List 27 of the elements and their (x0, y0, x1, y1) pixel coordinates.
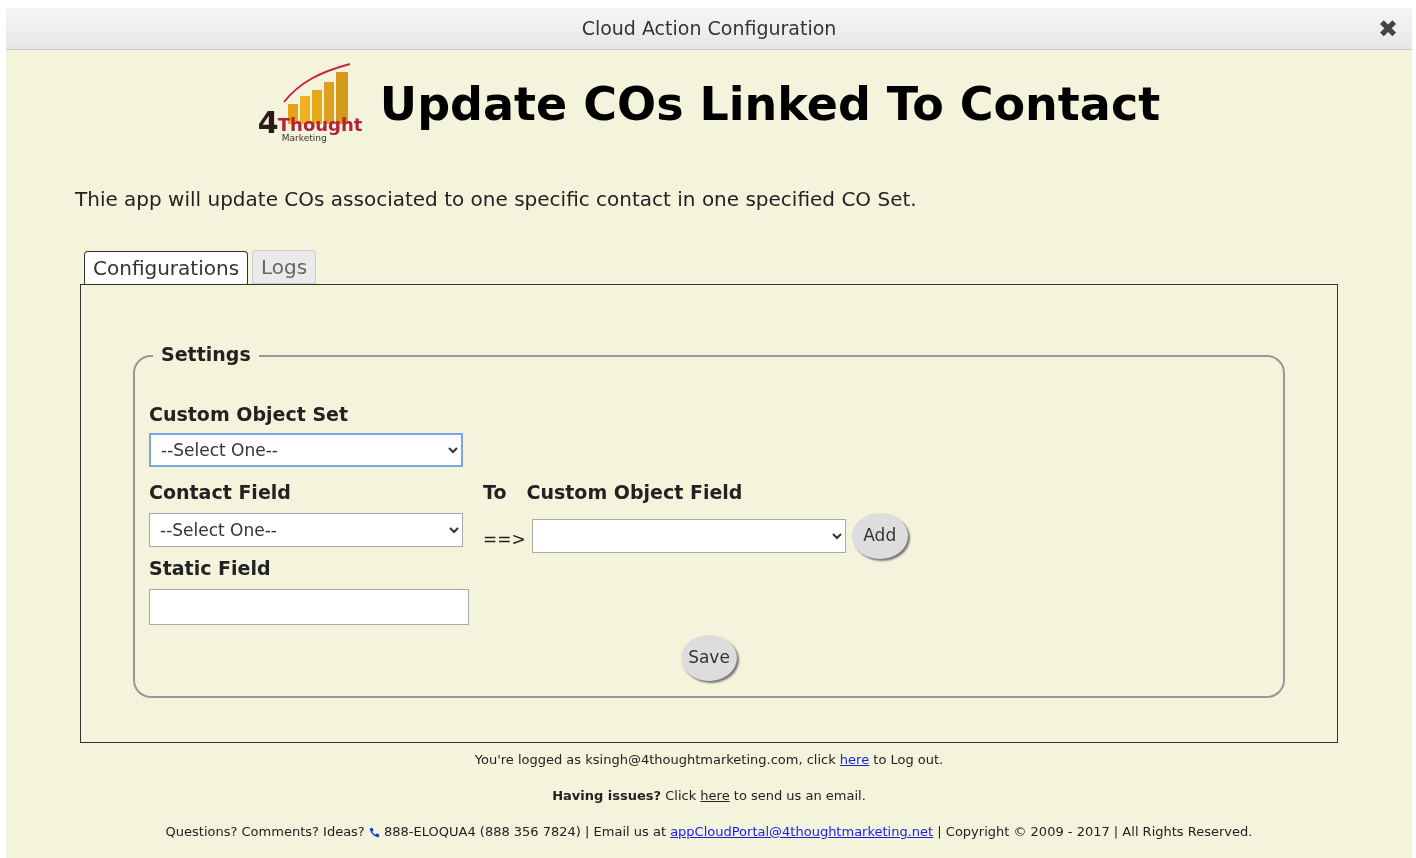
footer-text: You're logged as ksingh@4thoughtmarketing.com, click here to Log out. (474, 752, 944, 767)
save-button[interactable]: Save (681, 635, 737, 681)
description-text: Thie app will update COs associated to one specific contact in one specified CO Set. (75, 186, 918, 213)
logo-subword: Marketing (281, 134, 327, 143)
field-label: Custom Object Set (149, 402, 350, 427)
static-field-input[interactable] (149, 589, 469, 625)
close-button[interactable]: ✖ (1373, 12, 1402, 46)
link[interactable]: appCloudPortal@4thoughtmarketing.net (670, 824, 934, 839)
field-label: Contact Field (149, 480, 292, 505)
link[interactable]: here (839, 752, 870, 767)
link[interactable]: here (700, 788, 730, 803)
add-button[interactable]: Add (851, 513, 908, 559)
field-label: Static Field (149, 556, 272, 581)
custom-object-set-select[interactable]: --Select One-- (149, 433, 463, 467)
arrow-text: ==> (483, 528, 526, 552)
field-label: Custom Object Field (526, 480, 743, 505)
logo-digit: 4 (257, 108, 279, 138)
tab[interactable]: Logs (252, 250, 317, 284)
window-title: Cloud Action Configuration (581, 16, 837, 42)
footer-text: Questions? Comments? Ideas? 888-ELOQUA4 (888 356 7824) | Email us at appCloudPortal@4thoughtmarketing.net | Copyright © 2009 - 2017 | All Rights Reserved. (165, 824, 1253, 839)
page-heading: Update COs Linked To Contact (379, 77, 1161, 133)
to-label: To (483, 480, 507, 505)
custom-object-field-select[interactable] (531, 519, 846, 553)
phone-icon (368, 827, 380, 838)
footer-text: Having issues? Click here to send us an email. (552, 788, 866, 803)
tab[interactable]: Configurations (84, 251, 249, 284)
contact-field-select[interactable]: --Select One-- (149, 513, 463, 547)
